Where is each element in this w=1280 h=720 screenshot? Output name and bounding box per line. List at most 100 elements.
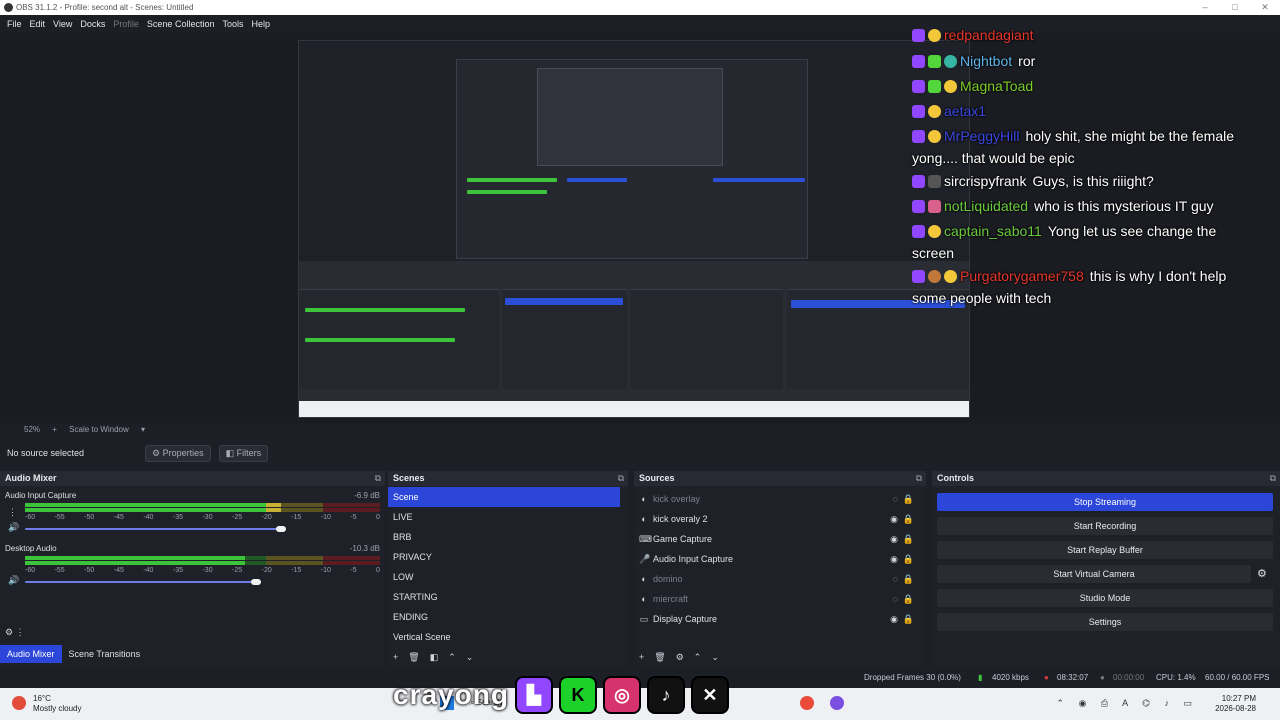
source-item[interactable]: ▭ Display Capture ◉ 🔒	[634, 609, 926, 629]
trash-icon[interactable]: 🗑	[654, 652, 665, 663]
tab-scene-transitions[interactable]: Scene Transitions	[62, 645, 148, 663]
zoom-mode[interactable]: Scale to Window	[69, 425, 129, 434]
menu-edit[interactable]: Edit	[26, 19, 50, 29]
lock-icon[interactable]: 🔒	[903, 549, 914, 569]
lock-icon[interactable]: 🔒	[903, 609, 914, 629]
scene-item[interactable]: PRIVACY	[388, 547, 620, 567]
menu-file[interactable]: File	[3, 19, 26, 29]
volume-slider[interactable]	[25, 528, 281, 530]
scene-item[interactable]: LIVE	[388, 507, 620, 527]
undock-icon[interactable]: ⧉	[1270, 471, 1276, 486]
speaker-icon[interactable]: 🔊	[8, 575, 19, 586]
scene-item[interactable]: LOW	[388, 567, 620, 587]
menu-profile[interactable]: Profile	[109, 19, 143, 29]
studio-mode-button[interactable]: Studio Mode	[937, 589, 1273, 607]
undock-icon[interactable]: ⧉	[375, 471, 381, 486]
filters-button[interactable]: ◧ Filters	[218, 444, 269, 462]
eye-icon[interactable]: ◉	[890, 549, 898, 569]
menu-view[interactable]: View	[49, 19, 76, 29]
source-item[interactable]: ◐ domino ◌ 🔒	[634, 569, 926, 589]
start-replay-buffer-button[interactable]: Start Replay Buffer	[937, 541, 1273, 559]
menu-scene-collection[interactable]: Scene Collection	[143, 19, 219, 29]
live-icon: ●	[1044, 673, 1049, 682]
dock-title: Controls	[937, 473, 974, 483]
channel-menu-icon[interactable]: ⋮	[8, 507, 17, 518]
lock-icon[interactable]: 🔒	[903, 569, 914, 589]
eye-hidden-icon[interactable]: ◌	[893, 589, 898, 609]
scene-item[interactable]: BRB	[388, 527, 620, 547]
filters-icon[interactable]: ◧	[430, 652, 439, 663]
source-item[interactable]: ⌨Game Capture ◉ 🔒	[634, 529, 926, 549]
virtual-camera-settings-icon[interactable]: ⚙	[1257, 567, 1267, 580]
channel-db: -6.9 dB	[354, 491, 380, 500]
twitch-badge-icon	[912, 29, 925, 42]
move-up-icon[interactable]: ⌃	[448, 652, 456, 663]
twitch-badge-icon	[912, 225, 925, 238]
discord-icon[interactable]	[830, 696, 844, 710]
volume-slider-knob[interactable]	[276, 526, 286, 532]
zoom-level[interactable]: 52%	[24, 425, 40, 434]
scene-item[interactable]: ENDING	[388, 607, 620, 627]
stop-streaming-button[interactable]: Stop Streaming	[937, 493, 1273, 511]
volume-slider-knob[interactable]	[251, 579, 261, 585]
eye-hidden-icon[interactable]: ◌	[893, 569, 898, 589]
volume-meter	[25, 503, 380, 507]
eye-hidden-icon[interactable]: ◌	[893, 489, 898, 509]
source-name: domino	[653, 574, 683, 584]
twitch-badge-icon	[912, 200, 925, 213]
gear-icon[interactable]: ⚙	[676, 652, 684, 663]
eye-icon[interactable]: ◉	[890, 509, 898, 529]
menu-tools[interactable]: Tools	[218, 19, 247, 29]
meter-tick-label: -45	[113, 567, 124, 574]
tab-audio-mixer[interactable]: Audio Mixer	[0, 645, 62, 663]
maximize-button[interactable]: □	[1220, 0, 1250, 15]
source-item[interactable]: ◐ kick overlay ◌ 🔒	[634, 489, 926, 509]
scene-item[interactable]: Vertical Scene	[388, 627, 620, 647]
scene-item[interactable]: STARTING	[388, 587, 620, 607]
system-tray[interactable]: ⌃ ◉ ⎙ A ⌬ ♪ ▭	[1057, 698, 1198, 709]
meter-scale: -60 -55 -50 -45 -40 -35 -30 -25 -20 -15 -10 -5 0	[25, 567, 380, 574]
scene-item[interactable]: Scene	[388, 487, 620, 507]
weather-widget[interactable]: 16°C Mostly cloudy	[33, 694, 81, 714]
eye-icon[interactable]: ◉	[890, 529, 898, 549]
filters-label: Filters	[236, 447, 262, 458]
lock-icon[interactable]: 🔒	[903, 589, 914, 609]
undock-icon[interactable]: ⧉	[916, 471, 922, 486]
close-button[interactable]: ✕	[1250, 0, 1280, 15]
eye-icon[interactable]: ◉	[890, 609, 898, 629]
trash-icon[interactable]: 🗑	[408, 652, 419, 663]
source-item[interactable]: ◐ kick overaly 2 ◉ 🔒	[634, 509, 926, 529]
zoom-in-icon[interactable]: +	[52, 425, 57, 434]
mixer-settings-icon[interactable]: ⚙ ⋮	[5, 627, 25, 638]
start-recording-button[interactable]: Start Recording	[937, 517, 1273, 535]
source-item[interactable]: 🎤 Audio Input Capture ◉ 🔒	[634, 549, 926, 569]
menu-docks[interactable]: Docks	[76, 19, 109, 29]
lock-icon[interactable]: 🔒	[903, 529, 914, 549]
settings-button[interactable]: Settings	[937, 613, 1273, 631]
tiktok-icon: ♪	[646, 676, 685, 714]
source-name: kick overaly 2	[653, 514, 708, 524]
start-virtual-camera-button[interactable]: Start Virtual Camera	[937, 565, 1251, 583]
program-preview[interactable]	[298, 40, 970, 418]
move-down-icon[interactable]: ⌄	[466, 652, 474, 663]
chrome-icon[interactable]	[800, 696, 814, 710]
sources-header: Sources ⧉	[634, 471, 926, 486]
fps: 60.00 / 60.00 FPS	[1205, 673, 1270, 682]
lock-icon[interactable]: 🔒	[903, 509, 914, 529]
speaker-icon[interactable]: 🔊	[8, 522, 19, 533]
menu-help[interactable]: Help	[247, 19, 274, 29]
minimize-button[interactable]: –	[1190, 0, 1220, 15]
volume-slider[interactable]	[25, 581, 256, 583]
preview-nested-window	[456, 59, 808, 259]
move-down-icon[interactable]: ⌄	[711, 652, 719, 663]
zoom-dropdown-icon[interactable]: ▾	[141, 425, 145, 434]
move-up-icon[interactable]: ⌃	[694, 652, 702, 663]
add-icon[interactable]: +	[393, 652, 398, 662]
lock-icon[interactable]: 🔒	[903, 489, 914, 509]
source-item[interactable]: ◐ miercraft ◌ 🔒	[634, 589, 926, 609]
undock-icon[interactable]: ⧉	[618, 471, 624, 486]
monitor-icon: ▭	[639, 614, 649, 624]
taskbar-clock[interactable]: 10:27 PM 2026-08-28	[1215, 694, 1256, 714]
add-icon[interactable]: +	[639, 652, 644, 662]
properties-button[interactable]: ⚙ Properties	[145, 444, 211, 462]
